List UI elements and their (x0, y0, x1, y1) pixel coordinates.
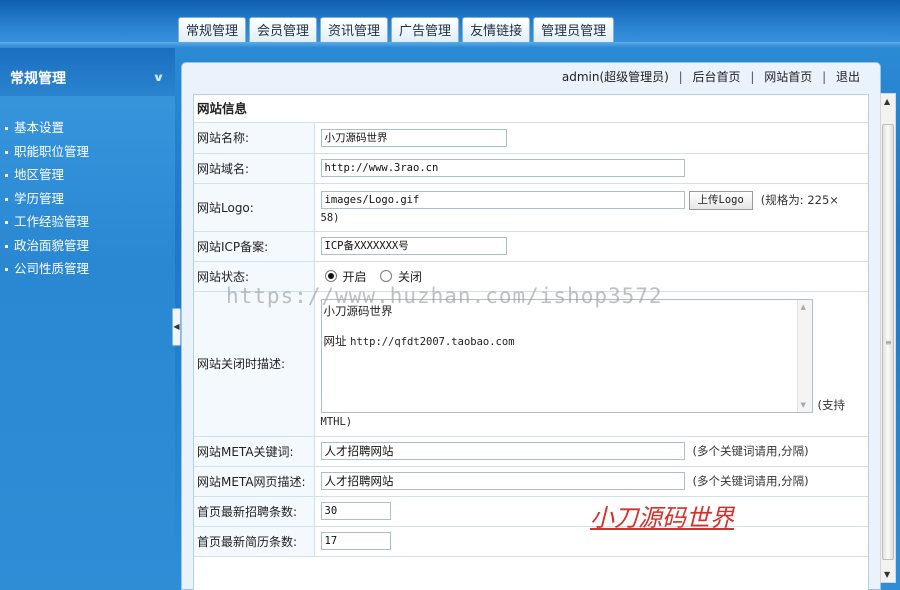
textarea-scrollbar[interactable]: ▲ ▼ (796, 300, 812, 412)
tab-admins[interactable]: 管理员管理 (533, 17, 615, 45)
bullet-icon (5, 127, 8, 130)
grip-icon: ≡ (885, 338, 892, 347)
bullet-icon (5, 150, 8, 154)
domain-input[interactable]: http://www.3rao.cn (320, 159, 685, 177)
section-title: 网站信息 (194, 95, 868, 123)
logo-label: 网站Logo: (194, 183, 315, 232)
tab-members[interactable]: 会员管理 (249, 17, 318, 45)
meta-keywords-input[interactable]: 人才招聘网站 (320, 442, 685, 460)
site-name-label: 网站名称: (194, 123, 315, 154)
icp-label: 网站ICP备案: (194, 231, 315, 262)
tab-ads[interactable]: 广告管理 (391, 17, 460, 45)
table-row: 网站状态: 开启 关闭 (194, 261, 868, 292)
meta-desc-label: 网站META网页描述: (194, 466, 315, 497)
table-row: 网站名称: 小刀源码世界 (194, 123, 868, 154)
scroll-up-icon[interactable]: ▲ (884, 97, 890, 106)
table-row: 网站关闭时描述: 小刀源码世界 网址 http://qfdt2007.taoba… (194, 291, 868, 437)
meta-desc-input[interactable]: 人才招聘网站 (320, 472, 685, 490)
upload-logo-button[interactable]: 上传Logo (688, 190, 753, 210)
sidebar-item-political[interactable]: 政治面貌管理 (0, 234, 175, 258)
scroll-up-icon[interactable]: ▲ (801, 303, 806, 311)
status-close-radio[interactable] (380, 270, 393, 282)
page-scrollbar[interactable]: ▲ ≡ ▼ (880, 93, 896, 583)
home-jobs-label: 首页最新招聘条数: (194, 496, 315, 527)
bullet-icon (5, 221, 8, 224)
sidebar-menu: 基本设置 职能职位管理 地区管理 学历管理 工作经验管理 政治面貌管理 公司性质… (0, 96, 175, 281)
sidebar-item-regions[interactable]: 地区管理 (0, 163, 175, 187)
status-open-label: 开启 (342, 269, 367, 284)
admin-home-link[interactable]: 后台首页 (693, 70, 741, 84)
closed-desc-label: 网站关闭时描述: (194, 291, 315, 437)
sidebar-item-company-type[interactable]: 公司性质管理 (0, 257, 175, 281)
collapse-sidebar-handle[interactable]: ◀ (172, 308, 181, 346)
table-row: 网站Logo: images/Logo.gif 上传Logo (规格为: 225… (194, 183, 868, 232)
closed-desc-textarea[interactable]: 小刀源码世界 网址 http://qfdt2007.taobao.com ▲ ▼ (320, 299, 813, 413)
sidebar-item-positions[interactable]: 职能职位管理 (0, 140, 175, 164)
meta-keywords-note: (多个关键词请用,分隔) (692, 444, 809, 458)
closed-desc-note-cont: MTHL) (320, 416, 353, 428)
meta-desc-note: (多个关键词请用,分隔) (692, 474, 809, 488)
settings-table: 网站名称: 小刀源码世界 网站域名: http://www.3rao.cn 网站… (194, 123, 868, 557)
tab-links[interactable]: 友情链接 (462, 17, 531, 45)
status-open-radio[interactable] (324, 270, 337, 282)
closed-desc-note: (支持 (817, 398, 846, 412)
home-resumes-label: 首页最新简历条数: (194, 526, 315, 557)
main-panel: admin(超级管理员) | 后台首页 | 网站首页 | 退出 网站信息 网站名… (181, 62, 881, 590)
scroll-down-icon[interactable]: ▼ (884, 570, 890, 579)
chevron-down-icon[interactable]: ∨ (152, 71, 165, 84)
sidebar-header[interactable]: 常规管理 ∨ (0, 48, 175, 96)
home-jobs-input[interactable]: 30 (320, 502, 391, 520)
sidebar-title: 常规管理 (10, 71, 66, 87)
top-header: 常规管理 会员管理 资讯管理 广告管理 友情链接 管理员管理 (0, 0, 900, 48)
user-bar: admin(超级管理员) | 后台首页 | 网站首页 | 退出 (561, 70, 860, 84)
sidebar-item-experience[interactable]: 工作经验管理 (0, 210, 175, 234)
closed-desc-url-prefix: 网址 (323, 334, 347, 348)
scroll-down-icon[interactable]: ▼ (801, 401, 806, 409)
logout-link[interactable]: 退出 (836, 70, 860, 84)
closed-desc-line1: 小刀源码世界 (323, 304, 393, 318)
current-user: admin(超级管理员) (561, 70, 669, 84)
bullet-icon (5, 197, 8, 201)
table-row: 首页最新招聘条数: 30 (194, 496, 868, 527)
table-row: 首页最新简历条数: 17 (194, 526, 868, 557)
status-label: 网站状态: (194, 261, 315, 292)
icp-input[interactable]: ICP备XXXXXXX号 (320, 237, 507, 255)
domain-label: 网站域名: (194, 153, 315, 184)
logo-size-note: (规格为: 225× (760, 193, 839, 207)
table-row: 网站域名: http://www.3rao.cn (194, 153, 868, 184)
tab-general[interactable]: 常规管理 (178, 17, 247, 45)
closed-desc-url: http://qfdt2007.taobao.com (350, 336, 515, 348)
settings-form: 网站信息 网站名称: 小刀源码世界 网站域名: http://www.3rao.… (193, 94, 869, 590)
site-home-link[interactable]: 网站首页 (764, 70, 812, 84)
logo-size-note-cont: 58) (320, 211, 340, 224)
sidebar-item-education[interactable]: 学历管理 (0, 187, 175, 211)
bullet-icon (5, 244, 8, 248)
home-resumes-input[interactable]: 17 (320, 532, 391, 550)
table-row: 网站META网页描述: 人才招聘网站 (多个关键词请用,分隔) (194, 466, 868, 497)
logo-path-input[interactable]: images/Logo.gif (320, 191, 685, 209)
table-row: 网站ICP备案: ICP备XXXXXXX号 (194, 231, 868, 262)
table-row: 网站META关键词: 人才招聘网站 (多个关键词请用,分隔) (194, 436, 868, 467)
sidebar-item-basic-settings[interactable]: 基本设置 (0, 116, 175, 140)
meta-keywords-label: 网站META关键词: (194, 436, 315, 467)
sidebar: 常规管理 ∨ 基本设置 职能职位管理 地区管理 学历管理 工作经验管理 政治面貌… (0, 48, 175, 590)
status-close-label: 关闭 (398, 269, 423, 284)
tab-news[interactable]: 资讯管理 (320, 17, 389, 45)
main-nav: 常规管理 会员管理 资讯管理 广告管理 友情链接 管理员管理 (178, 17, 615, 45)
bullet-icon (5, 268, 8, 271)
site-name-input[interactable]: 小刀源码世界 (320, 128, 507, 147)
bullet-icon (5, 174, 8, 177)
